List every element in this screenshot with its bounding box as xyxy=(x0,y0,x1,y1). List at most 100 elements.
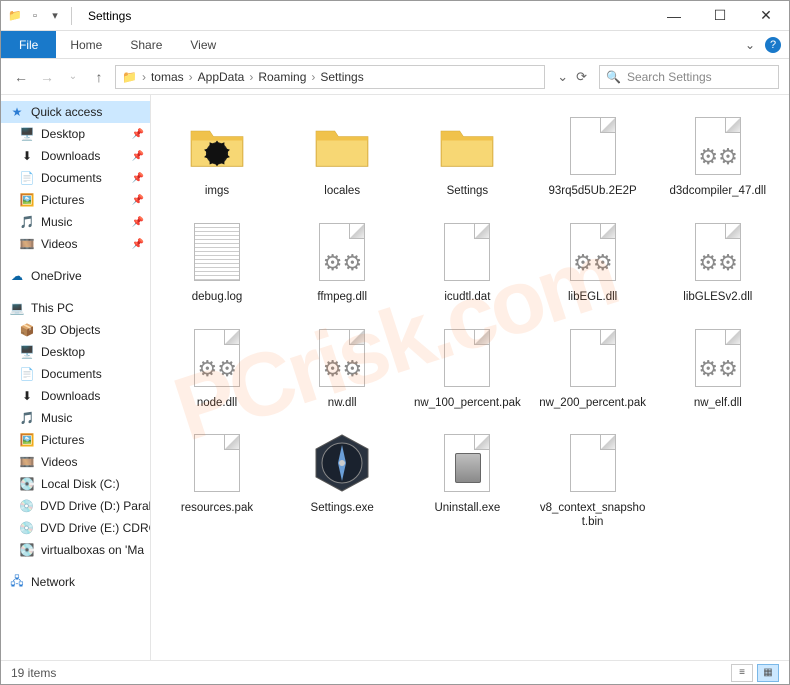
sidebar-item[interactable]: 💿DVD Drive (E:) CDRO xyxy=(1,517,150,539)
file-item[interactable]: Settings xyxy=(407,105,527,205)
file-item[interactable]: icudtl.dat xyxy=(407,211,527,311)
sidebar-item[interactable]: 📦3D Objects xyxy=(1,319,150,341)
file-name: d3dcompiler_47.dll xyxy=(670,185,767,199)
network-icon: 🖧 xyxy=(9,574,25,590)
file-thumbnail xyxy=(307,428,377,498)
this-pc[interactable]: 💻 This PC xyxy=(1,297,150,319)
tab-home[interactable]: Home xyxy=(56,31,116,58)
status-bar: 19 items ≡ ▦ xyxy=(1,660,789,684)
sidebar-item[interactable]: 🎵Music xyxy=(1,407,150,429)
sidebar-item[interactable]: 🖥️Desktop xyxy=(1,341,150,363)
file-list[interactable]: imgs locales Settings93rq5d5Ub.2E2P ⚙⚙ d3d… xyxy=(151,95,789,660)
separator xyxy=(71,7,72,25)
onedrive[interactable]: ☁ OneDrive xyxy=(1,265,150,287)
sidebar-item[interactable]: 💽Local Disk (C:) xyxy=(1,473,150,495)
file-thumbnail: ⚙⚙ xyxy=(558,217,628,287)
file-thumbnail xyxy=(558,323,628,393)
gear-icon: ⚙⚙ xyxy=(323,250,362,276)
file-item[interactable]: nw_200_percent.pak xyxy=(533,317,653,417)
file-item[interactable]: nw_100_percent.pak xyxy=(407,317,527,417)
sidebar-item[interactable]: 🖥️Desktop📌 xyxy=(1,123,150,145)
file-item[interactable]: resources.pak xyxy=(157,422,277,536)
pin-icon: 📌 xyxy=(132,195,144,206)
window-title: Settings xyxy=(82,9,131,23)
drive-icon: 💿 xyxy=(19,498,34,514)
navigation-pane[interactable]: ★ Quick access 🖥️Desktop📌⬇Downloads📌📄Doc… xyxy=(1,95,151,660)
details-view-button[interactable]: ≡ xyxy=(731,664,753,682)
sidebar-item[interactable]: 🖼️Pictures xyxy=(1,429,150,451)
sidebar-item[interactable]: 💽virtualboxas on 'Ma xyxy=(1,539,150,561)
address-bar[interactable]: 📁 › tomas › AppData › Roaming › Settings xyxy=(115,65,545,89)
file-item[interactable]: 93rq5d5Ub.2E2P xyxy=(533,105,653,205)
sidebar-item[interactable]: 💿DVD Drive (D:) Paral xyxy=(1,495,150,517)
file-name: nw_elf.dll xyxy=(694,397,742,411)
file-item[interactable]: imgs xyxy=(157,105,277,205)
sidebar-item[interactable]: 🖼️Pictures📌 xyxy=(1,189,150,211)
sidebar-item-label: Videos xyxy=(41,455,77,469)
breadcrumb[interactable]: tomas xyxy=(151,70,184,84)
file-thumbnail xyxy=(182,217,252,287)
sidebar-item-label: Downloads xyxy=(41,389,100,403)
address-dropdown-icon[interactable]: ⌄ xyxy=(557,69,568,85)
quick-access[interactable]: ★ Quick access xyxy=(1,101,150,123)
sidebar-item-label: Local Disk (C:) xyxy=(41,477,120,491)
sidebar-item-label: Videos xyxy=(41,237,77,251)
pin-icon: 📌 xyxy=(132,129,144,140)
up-button[interactable]: ↑ xyxy=(89,67,109,87)
file-name: resources.pak xyxy=(181,502,253,516)
file-thumbnail xyxy=(432,111,502,181)
file-item[interactable]: ⚙⚙ d3dcompiler_47.dll xyxy=(658,105,778,205)
file-thumbnail: ⚙⚙ xyxy=(182,323,252,393)
file-item[interactable]: locales xyxy=(282,105,402,205)
sidebar-item[interactable]: 🎵Music📌 xyxy=(1,211,150,233)
sidebar-item[interactable]: 🎞️Videos📌 xyxy=(1,233,150,255)
recent-dropdown[interactable]: ⌄ xyxy=(63,67,83,87)
sidebar-item[interactable]: ⬇Downloads xyxy=(1,385,150,407)
tab-share[interactable]: Share xyxy=(116,31,176,58)
file-thumbnail xyxy=(558,111,628,181)
drive-icon: 🎵 xyxy=(19,410,35,426)
file-name: ffmpeg.dll xyxy=(317,291,367,305)
gear-icon: ⚙⚙ xyxy=(698,356,737,382)
breadcrumb[interactable]: AppData xyxy=(198,70,245,84)
forward-button[interactable]: → xyxy=(37,67,57,87)
file-name: node.dll xyxy=(197,397,237,411)
file-thumbnail: ⚙⚙ xyxy=(683,111,753,181)
minimize-button[interactable]: — xyxy=(651,1,697,31)
folder-icon: 🎞️ xyxy=(19,236,35,252)
help-icon[interactable]: ? xyxy=(765,37,781,53)
sidebar-item[interactable]: 🎞️Videos xyxy=(1,451,150,473)
search-icon: 🔍 xyxy=(606,70,621,84)
icons-view-button[interactable]: ▦ xyxy=(757,664,779,682)
breadcrumb[interactable]: Roaming xyxy=(258,70,306,84)
sidebar-item[interactable]: ⬇Downloads📌 xyxy=(1,145,150,167)
back-button[interactable]: ← xyxy=(11,67,31,87)
sidebar-item-label: virtualboxas on 'Ma xyxy=(41,543,144,557)
network[interactable]: 🖧 Network xyxy=(1,571,150,593)
file-item[interactable]: ⚙⚙ ffmpeg.dll xyxy=(282,211,402,311)
file-item[interactable]: debug.log xyxy=(157,211,277,311)
breadcrumb[interactable]: Settings xyxy=(320,70,363,84)
file-item[interactable]: ⚙⚙nw.dll xyxy=(282,317,402,417)
titlebar: 📁 ▫ ▾ Settings — ☐ ✕ xyxy=(1,1,789,31)
refresh-icon[interactable]: ⟳ xyxy=(576,69,587,85)
file-item[interactable]: Uninstall.exe xyxy=(407,422,527,536)
file-item[interactable]: Settings.exe xyxy=(282,422,402,536)
file-item[interactable]: ⚙⚙ node.dll xyxy=(157,317,277,417)
file-tab[interactable]: File xyxy=(1,31,56,58)
sidebar-item-label: Desktop xyxy=(41,127,85,141)
file-item[interactable]: ⚙⚙ nw_elf.dll xyxy=(658,317,778,417)
file-item[interactable]: ⚙⚙libGLESv2.dll xyxy=(658,211,778,311)
maximize-button[interactable]: ☐ xyxy=(697,1,743,31)
expand-ribbon-icon[interactable]: ⌄ xyxy=(745,38,755,52)
sidebar-item[interactable]: 📄Documents📌 xyxy=(1,167,150,189)
close-button[interactable]: ✕ xyxy=(743,1,789,31)
sidebar-item-label: Music xyxy=(41,215,72,229)
file-item[interactable]: ⚙⚙libEGL.dll xyxy=(533,211,653,311)
search-input[interactable]: 🔍 Search Settings xyxy=(599,65,779,89)
file-item[interactable]: v8_context_snapshot.bin xyxy=(533,422,653,536)
sidebar-item[interactable]: 📄Documents xyxy=(1,363,150,385)
qat-dropdown-icon[interactable]: ▾ xyxy=(47,8,63,24)
properties-icon[interactable]: ▫ xyxy=(27,8,43,24)
tab-view[interactable]: View xyxy=(176,31,230,58)
